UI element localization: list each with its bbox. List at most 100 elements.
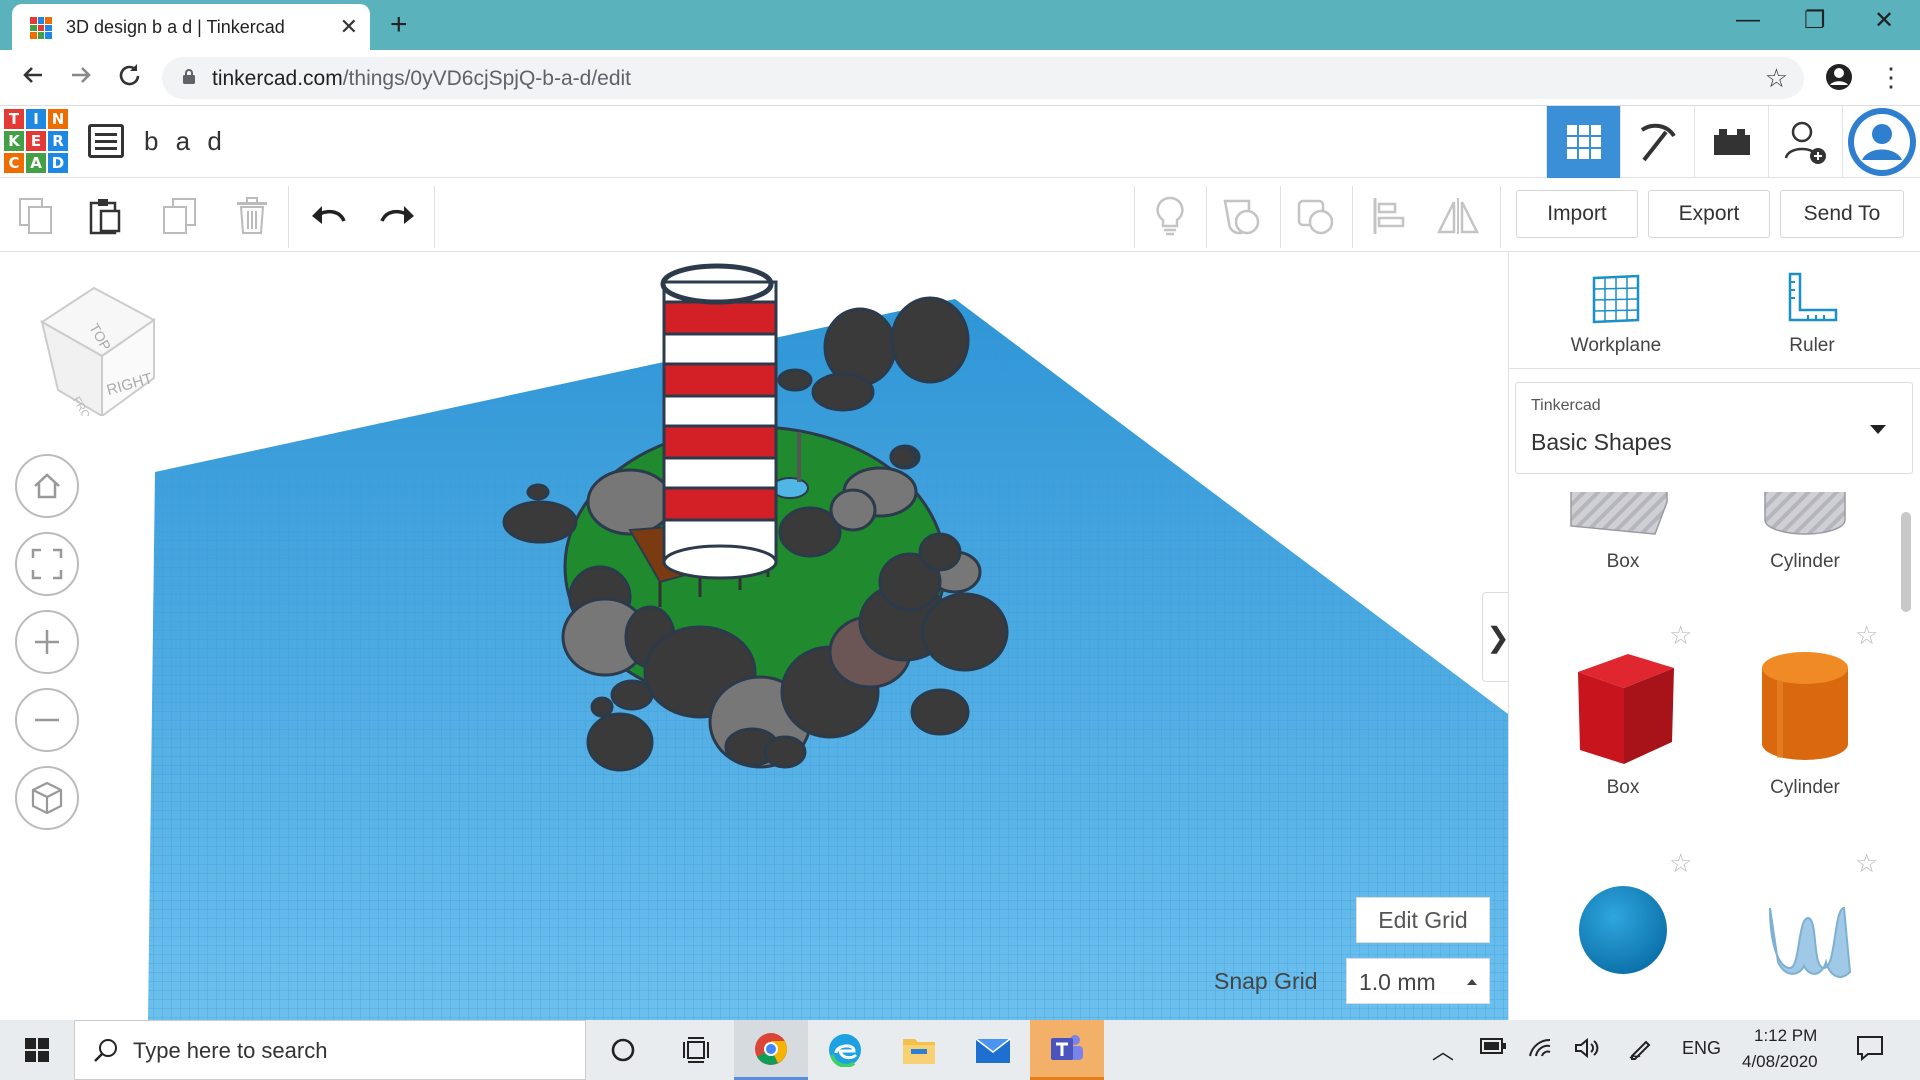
workplane-label: Workplane [1570, 335, 1662, 356]
toolbar-divider [1500, 186, 1501, 248]
group-icon[interactable] [1220, 194, 1264, 238]
scribble-icon [1769, 906, 1852, 978]
url-text: tinkercad.com/things/0yVD6cjSpjQ-b-a-d/e… [212, 67, 631, 91]
browser-tab[interactable]: 3D design b a d | Tinkercad ✕ [12, 4, 370, 50]
home-icon [34, 473, 60, 499]
zoom-in-button[interactable] [15, 610, 79, 674]
snap-grid-select[interactable]: 1.0 mm [1346, 958, 1490, 1004]
cortana-icon [611, 1038, 635, 1062]
forward-icon[interactable] [68, 62, 94, 95]
shape-item-cylinder[interactable]: Cylinder [1715, 642, 1895, 799]
caret-up-icon [1467, 979, 1477, 985]
edit-grid-button[interactable]: Edit Grid [1356, 897, 1490, 943]
cortana-button[interactable] [586, 1020, 660, 1080]
battery-icon[interactable] [1480, 1038, 1506, 1059]
library-source-label: Tinkercad [1531, 397, 1601, 414]
add-user-button[interactable] [1768, 106, 1842, 178]
redo-icon[interactable] [376, 194, 420, 238]
reload-icon[interactable] [116, 62, 142, 95]
pen-icon[interactable] [1628, 1038, 1654, 1065]
wifi-icon[interactable] [1528, 1038, 1552, 1063]
tab-close-icon[interactable]: ✕ [340, 14, 358, 40]
clock-time[interactable]: 1:12 PM [1754, 1026, 1817, 1046]
window-close-icon[interactable]: ✕ [1874, 6, 1894, 35]
user-avatar-button[interactable] [1842, 106, 1920, 178]
toolbar-divider [1280, 186, 1281, 248]
toolbar-divider [288, 186, 289, 248]
new-tab-button[interactable]: + [390, 8, 408, 42]
shape-item-sphere[interactable] [1533, 878, 1713, 1013]
notes-lightbulb-icon[interactable] [1148, 194, 1192, 238]
import-button[interactable]: Import [1516, 190, 1638, 238]
profile-icon[interactable] [1824, 62, 1854, 99]
shape-item-box[interactable]: Box [1533, 642, 1713, 799]
duplicate-icon[interactable] [158, 194, 202, 238]
copy-icon[interactable] [14, 194, 58, 238]
shape-item-box-hole[interactable]: Box [1533, 492, 1713, 573]
shape-item-cylinder-hole[interactable]: Cylinder [1715, 492, 1895, 573]
edge-app[interactable] [808, 1020, 882, 1080]
build-button[interactable] [1620, 106, 1694, 178]
favorite-star-icon[interactable]: ☆ [1855, 848, 1878, 879]
align-icon[interactable] [1366, 194, 1410, 238]
plus-icon [35, 630, 59, 654]
ruler-tool[interactable]: Ruler [1737, 272, 1887, 357]
lighthouse-shape[interactable] [660, 263, 778, 580]
teams-app[interactable] [1030, 1020, 1104, 1080]
clock-date[interactable]: 4/08/2020 [1742, 1052, 1818, 1072]
ungroup-icon[interactable] [1294, 194, 1338, 238]
url-field[interactable]: tinkercad.com/things/0yVD6cjSpjQ-b-a-d/e… [162, 57, 1804, 99]
file-explorer-app[interactable] [882, 1020, 956, 1080]
lock-icon [183, 69, 195, 84]
tinkercad-logo[interactable]: T I N K E R C A D [4, 109, 68, 173]
ruler-label: Ruler [1789, 335, 1835, 356]
task-view-icon [683, 1037, 709, 1063]
volume-icon[interactable] [1574, 1037, 1600, 1063]
design-list-icon[interactable] [88, 124, 124, 158]
export-button[interactable]: Export [1648, 190, 1770, 238]
language-indicator[interactable]: ENG [1682, 1038, 1721, 1059]
shape-list-scrollbar[interactable] [1901, 512, 1911, 612]
favorite-star-icon[interactable]: ☆ [1669, 848, 1692, 879]
zoom-out-button[interactable] [15, 688, 79, 752]
mail-app[interactable] [956, 1020, 1030, 1080]
start-button[interactable] [0, 1020, 74, 1080]
taskbar-search-box[interactable]: Type here to search [74, 1020, 586, 1080]
fit-view-button[interactable] [15, 532, 79, 596]
toolbar-divider [1134, 186, 1135, 248]
minimize-icon[interactable]: — [1736, 6, 1760, 34]
bricks-button[interactable] [1694, 106, 1768, 178]
toolbar-divider [434, 186, 435, 248]
home-view-button[interactable] [15, 454, 79, 518]
shape-library-dropdown[interactable]: Tinkercad Basic Shapes [1515, 382, 1913, 474]
teams-icon [1051, 1034, 1083, 1060]
workplane-tool[interactable]: Workplane [1541, 272, 1691, 357]
paste-icon[interactable] [84, 194, 128, 238]
perspective-button[interactable] [15, 766, 79, 830]
shape-label: Cylinder [1770, 777, 1840, 798]
mirror-icon[interactable] [1436, 194, 1480, 238]
view-cube[interactable]: TOP FRONT RIGHT [36, 280, 166, 416]
notifications-icon[interactable] [1856, 1034, 1884, 1067]
bookmark-star-icon[interactable]: ☆ [1765, 63, 1788, 94]
shape-item-scribble[interactable] [1715, 878, 1895, 1013]
3d-viewport[interactable]: TOP FRONT RIGHT [0, 252, 1508, 1020]
tray-expand-icon[interactable]: ︿ [1432, 1034, 1454, 1066]
menu-kebab-icon[interactable]: ⋮ [1878, 62, 1904, 93]
design-name[interactable]: b a d [144, 126, 227, 157]
restore-icon[interactable]: ❐ [1804, 6, 1826, 35]
workplane-scene[interactable] [0, 252, 1508, 1020]
send-to-button[interactable]: Send To [1780, 190, 1904, 238]
windows-taskbar: Type here to search ︿ ENG 1:12 PM 4/08/2… [0, 1020, 1920, 1080]
delete-icon[interactable] [230, 194, 274, 238]
chrome-app[interactable] [734, 1020, 808, 1080]
undo-icon[interactable] [306, 194, 350, 238]
search-icon [94, 1039, 117, 1062]
bricks-icon [1713, 129, 1750, 155]
grid-view-button[interactable] [1546, 106, 1620, 178]
back-icon[interactable] [20, 62, 46, 95]
shape-list: Box Cylinder ☆ ☆ Box Cylinder ☆ ☆ [1509, 492, 1920, 1020]
task-view-button[interactable] [660, 1020, 734, 1080]
windows-icon [25, 1038, 49, 1062]
search-placeholder: Type here to search [133, 1038, 328, 1063]
